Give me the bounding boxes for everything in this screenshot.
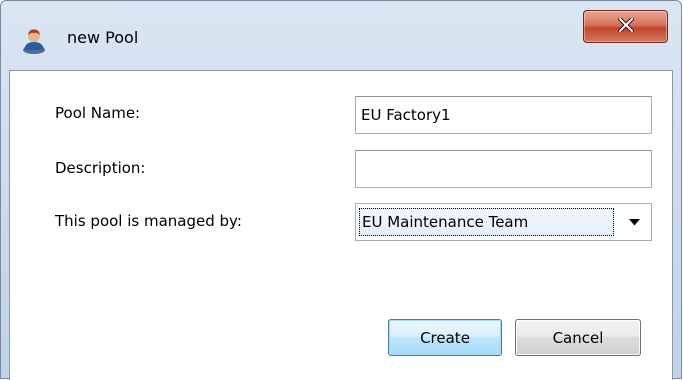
user-icon [22, 28, 46, 54]
managed-by-label: This pool is managed by: [55, 212, 242, 230]
title-bar[interactable]: new Pool [1, 1, 681, 69]
managed-by-select[interactable]: EU Maintenance Team [355, 203, 652, 241]
managed-by-selected-value: EU Maintenance Team [359, 208, 614, 236]
description-input[interactable] [355, 150, 652, 188]
description-label: Description: [55, 159, 146, 177]
new-pool-dialog: new Pool Pool Name: Description: This po… [0, 0, 682, 380]
cancel-button[interactable]: Cancel [515, 319, 641, 356]
close-x-icon [616, 15, 635, 36]
pool-name-input[interactable] [355, 96, 652, 134]
chevron-down-icon[interactable] [618, 205, 650, 239]
pool-name-label: Pool Name: [55, 104, 141, 122]
close-button[interactable] [583, 10, 668, 43]
window-title: new Pool [67, 28, 139, 47]
dialog-content: Pool Name: Description: This pool is man… [9, 70, 673, 380]
create-button[interactable]: Create [388, 319, 502, 356]
